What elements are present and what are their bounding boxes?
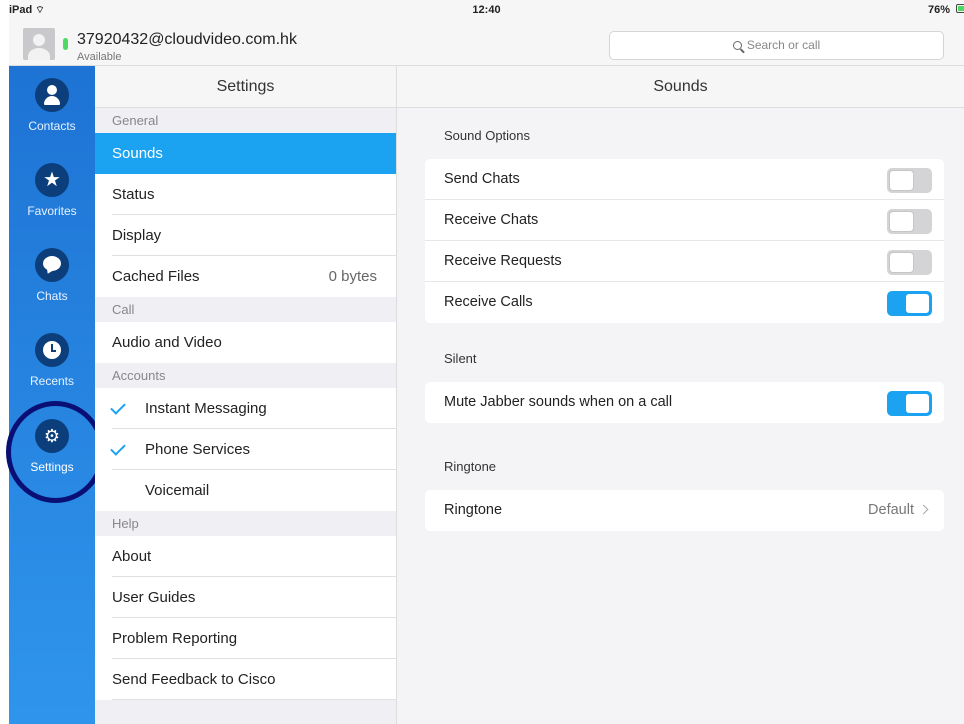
presence-indicator [63, 38, 68, 50]
ringtone-row[interactable]: Ringtone Default [425, 490, 944, 531]
option-receive-chats: Receive Chats [425, 200, 944, 241]
settings-item-label: Display [112, 227, 162, 244]
settings-item-send-feedback[interactable]: Send Feedback to Cisco [95, 659, 396, 700]
checkmark-icon [110, 399, 126, 415]
person-icon [35, 78, 69, 112]
group-label-ringtone: Ringtone [444, 459, 497, 474]
settings-item-display[interactable]: Display [95, 215, 396, 256]
nav-item-chats[interactable]: Chats [9, 248, 95, 303]
send-chats-toggle[interactable] [887, 168, 932, 193]
silent-card: Mute Jabber sounds when on a call [425, 382, 944, 423]
settings-item-about[interactable]: About [95, 536, 396, 577]
option-send-chats: Send Chats [425, 159, 944, 200]
checkmark-icon [110, 440, 126, 456]
settings-item-label: Sounds [112, 145, 163, 162]
group-label-silent: Silent [444, 351, 477, 366]
star-icon: ★ [35, 163, 69, 197]
section-header-general: General [95, 108, 396, 133]
cached-files-size: 0 bytes [328, 268, 377, 285]
chat-bubble-icon [35, 248, 69, 282]
receive-chats-toggle[interactable] [887, 209, 932, 234]
section-header-call: Call [95, 297, 396, 322]
settings-item-phone-services[interactable]: Phone Services [95, 429, 396, 470]
battery-percent: 76% [927, 4, 950, 16]
clock-icon [35, 333, 69, 367]
battery-icon [956, 4, 964, 13]
clock: 12:40 [472, 4, 501, 16]
settings-item-voicemail[interactable]: Voicemail [95, 470, 396, 511]
nav-item-contacts[interactable]: Contacts [9, 78, 95, 133]
settings-item-label: Problem Reporting [112, 630, 238, 647]
settings-item-label: Audio and Video [112, 334, 222, 351]
settings-item-sounds[interactable]: Sounds [95, 133, 396, 174]
settings-item-label: Status [112, 186, 155, 203]
header-bar: 37920432@cloudvideo.com.hk Available Sea… [9, 22, 964, 66]
status-bar: iPad ⌔ 12:40 76% [9, 0, 964, 22]
settings-item-label: User Guides [112, 589, 196, 606]
mute-jabber-toggle[interactable] [887, 391, 932, 416]
settings-item-label: Send Feedback to Cisco [112, 671, 276, 688]
option-label: Receive Chats [444, 212, 539, 228]
receive-calls-toggle[interactable] [887, 291, 932, 316]
option-label: Receive Calls [444, 294, 533, 310]
settings-item-label: Phone Services [145, 441, 251, 458]
ringtone-value: Default [868, 502, 914, 518]
settings-item-status[interactable]: Status [95, 174, 396, 215]
option-label: Receive Requests [444, 253, 562, 269]
settings-item-label: Voicemail [145, 482, 210, 499]
settings-panel: Settings General Sounds Status Display C… [95, 66, 397, 724]
option-receive-calls: Receive Calls [425, 282, 944, 323]
highlight-ring [6, 401, 105, 503]
sound-options-card: Send Chats Receive Chats Receive Request… [425, 159, 944, 323]
section-header-help: Help [95, 511, 396, 536]
option-label: Send Chats [444, 171, 520, 187]
availability-status[interactable]: Available [77, 51, 121, 63]
settings-item-problem-reporting[interactable]: Problem Reporting [95, 618, 396, 659]
sounds-title: Sounds [397, 66, 964, 108]
settings-item-cached-files[interactable]: Cached Files 0 bytes [95, 256, 396, 297]
settings-item-user-guides[interactable]: User Guides [95, 577, 396, 618]
nav-item-favorites[interactable]: ★ Favorites [9, 163, 95, 218]
avatar[interactable] [23, 28, 55, 60]
section-header-accounts: Accounts [95, 363, 396, 388]
account-name[interactable]: 37920432@cloudvideo.com.hk [77, 31, 297, 49]
settings-item-instant-messaging[interactable]: Instant Messaging [95, 388, 396, 429]
settings-title: Settings [95, 66, 396, 108]
option-label: Mute Jabber sounds when on a call [444, 394, 673, 410]
ringtone-card: Ringtone Default [425, 490, 944, 531]
settings-item-audio-video[interactable]: Audio and Video [95, 322, 396, 363]
ringtone-label: Ringtone [444, 502, 503, 518]
settings-item-label: Instant Messaging [145, 400, 267, 417]
search-input[interactable]: Search or call [609, 31, 944, 60]
group-label-sound-options: Sound Options [444, 128, 531, 143]
search-placeholder: Search or call [746, 38, 821, 52]
nav-label-recents: Recents [29, 374, 75, 388]
settings-item-label: Cached Files [112, 268, 200, 285]
option-mute-jabber: Mute Jabber sounds when on a call [425, 382, 944, 423]
nav-item-recents[interactable]: Recents [9, 333, 95, 388]
nav-label-contacts: Contacts [28, 119, 76, 133]
nav-label-favorites: Favorites [27, 204, 77, 218]
option-receive-requests: Receive Requests [425, 241, 944, 282]
chevron-right-icon [918, 504, 929, 515]
nav-label-chats: Chats [36, 289, 68, 303]
sounds-panel: Sounds Sound Options Send Chats Receive … [397, 66, 964, 724]
settings-item-label: About [112, 548, 152, 565]
search-icon [732, 41, 742, 50]
left-nav: Contacts ★ Favorites Chats Recents ⚙ Set… [9, 66, 95, 724]
receive-requests-toggle[interactable] [887, 250, 932, 275]
